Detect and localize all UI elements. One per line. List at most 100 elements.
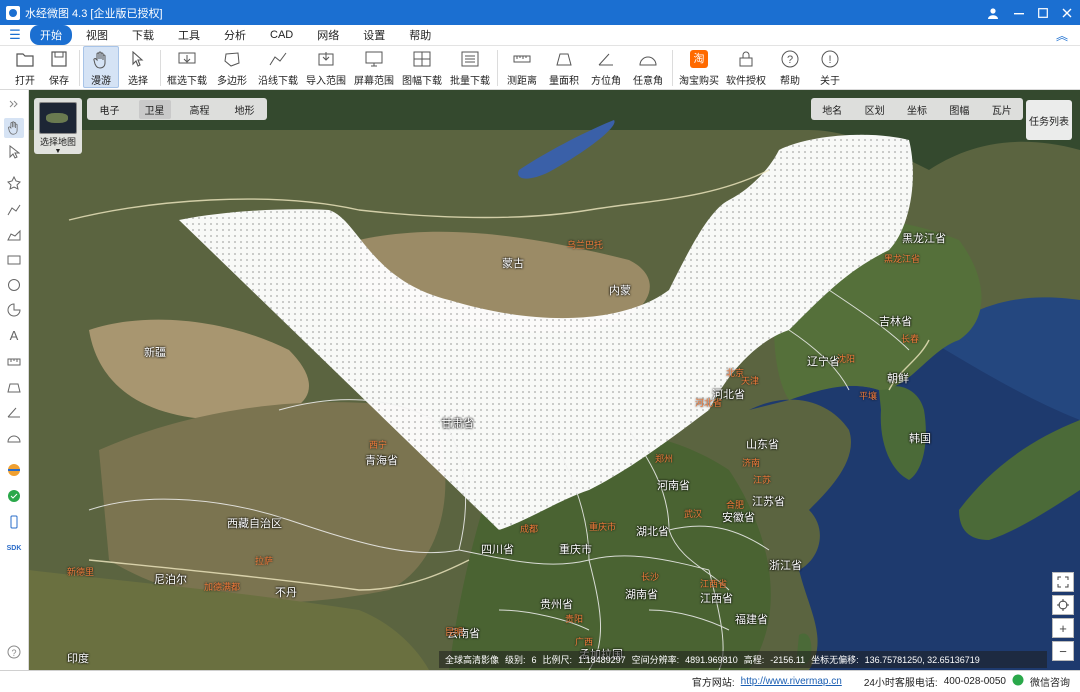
pan-button[interactable]: 漫游 — [83, 46, 119, 88]
menu-cad[interactable]: CAD — [260, 27, 303, 43]
import-range-button[interactable]: 导入范围 — [302, 46, 350, 88]
about-button[interactable]: ! 关于 — [810, 46, 850, 88]
protractor-tool-icon[interactable] — [4, 427, 24, 447]
marker-tool-icon[interactable] — [4, 173, 24, 193]
polygon-button[interactable]: 多边形 — [210, 46, 254, 88]
menu-help[interactable]: 帮助 — [399, 25, 441, 45]
collapse-ribbon-icon[interactable]: ︽ — [1056, 27, 1068, 44]
menu-tools[interactable]: 工具 — [168, 25, 210, 45]
place-label: 尼泊尔 — [154, 574, 187, 586]
measure-distance-button[interactable]: 测距离 — [501, 46, 543, 88]
taobao-buy-button[interactable]: 淘 淘宝购买 — [676, 46, 722, 88]
globe-icon[interactable] — [4, 460, 24, 480]
capital-label: 济南 — [742, 458, 761, 468]
map-info-bar: 全球高清影像 级别: 6 比例尺: 1:18489297 空间分辨率: 4891… — [439, 651, 1047, 668]
batch-download-button[interactable]: 批量下载 — [446, 46, 494, 88]
menu-analysis[interactable]: 分析 — [214, 25, 256, 45]
menu-network[interactable]: 网络 — [307, 25, 349, 45]
zoom-level: 6 — [531, 654, 537, 665]
any-angle-button[interactable]: 任意角 — [627, 46, 669, 88]
place-label: 朝鲜 — [887, 373, 909, 385]
website-link[interactable]: http://www.rivermap.cn — [741, 676, 842, 687]
area-measure-icon[interactable] — [4, 377, 24, 397]
cursor-icon — [128, 49, 148, 69]
menu-view[interactable]: 视图 — [76, 25, 118, 45]
sheet-download-button[interactable]: 图幅下载 — [398, 46, 446, 88]
ruler-tool-icon[interactable] — [4, 352, 24, 372]
zoom-in-button[interactable]: + — [1052, 618, 1074, 638]
task-list-button[interactable]: 任务列表 — [1026, 100, 1072, 140]
place-label: 江西省 — [700, 593, 733, 605]
place-label: 黑龙江省 — [902, 233, 946, 245]
layer-tiles[interactable]: 瓦片 — [992, 102, 1012, 117]
help-button[interactable]: ? 帮助 — [770, 46, 810, 88]
fullscreen-icon[interactable] — [1052, 572, 1074, 592]
map-type-satellite[interactable]: 卫星 — [138, 99, 171, 119]
help-circle-icon[interactable]: ? — [4, 642, 24, 662]
phone-icon[interactable] — [4, 512, 24, 532]
place-label: 甘肃省 — [441, 418, 474, 430]
box-download-button[interactable]: 框选下载 — [164, 46, 210, 88]
window-title: 水经微图 4.3 [企业版已授权] — [25, 7, 163, 20]
capital-label: 昆明 — [445, 627, 464, 637]
divider — [497, 50, 498, 86]
line-tool-icon[interactable] — [4, 200, 24, 220]
coordinate-value: 136.75781250, 32.65136719 — [864, 654, 980, 665]
place-label: 辽宁省 — [807, 356, 840, 368]
measure-area-button[interactable]: 量面积 — [543, 46, 585, 88]
left-toolbar: A SDK ? — [0, 90, 29, 670]
capital-label: 江西省 — [700, 579, 728, 589]
select-map-button[interactable]: 选择地图 ▼ — [34, 98, 82, 155]
place-label: 韩国 — [909, 433, 931, 445]
hamburger-menu-icon[interactable]: ☰ — [0, 27, 30, 43]
capital-label: 江苏 — [753, 475, 772, 485]
minimize-button[interactable] — [1006, 0, 1032, 25]
user-icon[interactable] — [980, 0, 1006, 25]
map-type-terrain[interactable]: 地形 — [229, 100, 261, 119]
save-button[interactable]: 保存 — [42, 46, 76, 88]
expand-icon[interactable] — [4, 94, 24, 114]
text-tool-icon[interactable]: A — [4, 325, 24, 345]
lock-icon — [736, 49, 756, 69]
layer-place-names[interactable]: 地名 — [822, 102, 842, 117]
license-button[interactable]: 软件授权 — [722, 46, 770, 88]
wechat-consult-link[interactable]: 微信咨询 — [1030, 674, 1070, 689]
screen-range-button[interactable]: 屏幕范围 — [350, 46, 398, 88]
import-icon — [316, 49, 336, 69]
menu-home[interactable]: 开始 — [30, 25, 72, 45]
open-button[interactable]: 打开 — [8, 46, 42, 88]
angle-tool-icon[interactable] — [4, 402, 24, 422]
sector-tool-icon[interactable] — [4, 300, 24, 320]
maximize-button[interactable] — [1030, 0, 1056, 25]
layer-sheets[interactable]: 图幅 — [949, 102, 969, 117]
area-tool-icon[interactable] — [4, 225, 24, 245]
map-view[interactable]: 黑龙江省 吉林省 辽宁省 朝鲜 韩国 蒙古 内蒙 新疆 青海省 西藏自治区 尼泊… — [29, 90, 1080, 670]
app-logo-icon — [6, 5, 20, 20]
save-icon — [49, 49, 69, 69]
place-label: 印度 — [67, 653, 89, 665]
layer-coordinates[interactable]: 坐标 — [907, 102, 927, 117]
layer-regions[interactable]: 区划 — [865, 102, 885, 117]
map-type-elevation[interactable]: 高程 — [184, 100, 216, 119]
map-type-electronic[interactable]: 电子 — [94, 100, 126, 119]
capital-label: 沈阳 — [837, 354, 856, 364]
green-app-icon[interactable] — [4, 486, 24, 506]
circle-tool-icon[interactable] — [4, 275, 24, 295]
line-download-button[interactable]: 沿线下载 — [254, 46, 302, 88]
azimuth-button[interactable]: 方位角 — [585, 46, 627, 88]
svg-text:A: A — [10, 328, 19, 342]
menu-download[interactable]: 下载 — [122, 25, 164, 45]
select-tool-icon[interactable] — [4, 142, 24, 162]
locate-icon[interactable] — [1052, 595, 1074, 615]
capital-label: 贵阳 — [565, 614, 584, 624]
close-button[interactable] — [1054, 0, 1080, 25]
menu-settings[interactable]: 设置 — [353, 25, 395, 45]
zoom-out-button[interactable]: − — [1052, 641, 1074, 661]
capital-label: 乌兰巴托 — [567, 240, 604, 250]
sdk-icon[interactable]: SDK — [4, 538, 24, 558]
capital-label: 拉萨 — [255, 556, 274, 566]
status-bar: 官方网站: http://www.rivermap.cn 24小时客服电话: 4… — [0, 670, 1080, 692]
rectangle-tool-icon[interactable] — [4, 250, 24, 270]
select-button[interactable]: 选择 — [119, 46, 157, 88]
pan-tool-icon[interactable] — [4, 118, 24, 138]
